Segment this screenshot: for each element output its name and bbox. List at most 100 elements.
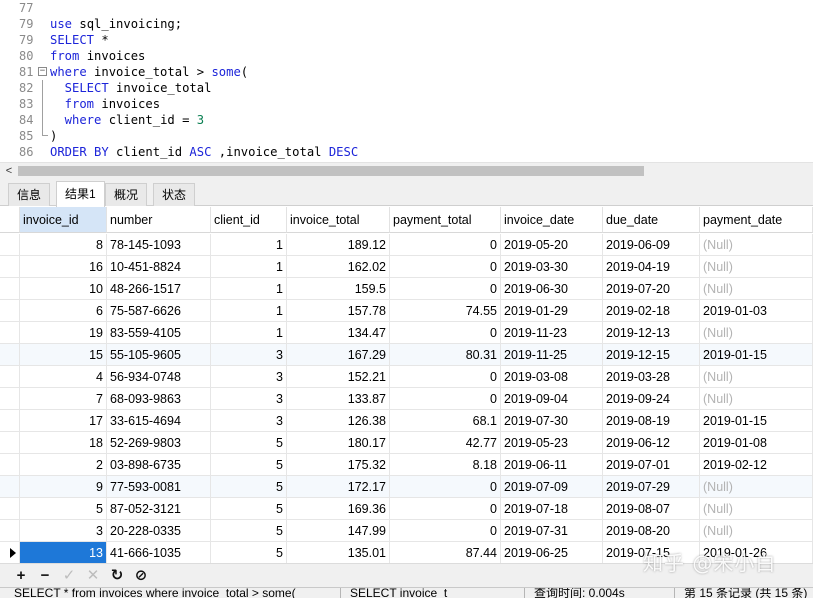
cell-invoice-id[interactable]: 10	[20, 278, 107, 300]
result-grid[interactable]: invoice_id number client_id invoice_total pa…	[0, 207, 813, 563]
code-line[interactable]: 79 use sql_invoicing;	[0, 16, 813, 32]
cell-number[interactable]: 03-898-6735	[107, 454, 211, 476]
cell-invoice-date[interactable]: 2019-09-04	[501, 388, 603, 410]
table-row[interactable]: 7 68-093-9863 3 133.87 0 2019-09-04 2019-09-24…	[0, 388, 813, 410]
cell-invoice-id[interactable]: 16	[20, 256, 107, 278]
cell-invoice-total[interactable]: 152.21	[287, 366, 390, 388]
cell-payment-date[interactable]: 2019-01-15	[700, 344, 813, 366]
cell-payment-total[interactable]: 42.77	[390, 432, 501, 454]
cell-invoice-date[interactable]: 2019-07-31	[501, 520, 603, 542]
cell-due-date[interactable]: 2019-12-15	[603, 344, 700, 366]
cell-invoice-total[interactable]: 167.29	[287, 344, 390, 366]
column-header-client-id[interactable]: client_id	[211, 207, 287, 233]
cell-payment-total[interactable]: 0	[390, 278, 501, 300]
cell-number[interactable]: 10-451-8824	[107, 256, 211, 278]
row-selector[interactable]	[0, 322, 20, 344]
cell-due-date[interactable]: 2019-06-12	[603, 432, 700, 454]
code-line[interactable]: 77	[0, 0, 813, 16]
row-selector[interactable]	[0, 498, 20, 520]
row-selector[interactable]	[0, 366, 20, 388]
cell-client-id[interactable]: 1	[211, 322, 287, 344]
cell-invoice-id[interactable]: 3	[20, 520, 107, 542]
cell-invoice-id[interactable]: 17	[20, 410, 107, 432]
row-selector[interactable]	[0, 256, 20, 278]
delete-record-icon[interactable]: −	[36, 566, 54, 586]
tab-info[interactable]: 信息	[8, 183, 51, 206]
cell-invoice-total[interactable]: 157.78	[287, 300, 390, 322]
cell-payment-date[interactable]: 2019-01-15	[700, 410, 813, 432]
table-row[interactable]: 15 55-105-9605 3 167.29 80.31 2019-11-25 2019-…	[0, 344, 813, 366]
cell-payment-date[interactable]: (Null)	[700, 520, 813, 542]
cell-invoice-date[interactable]: 2019-07-18	[501, 498, 603, 520]
cell-payment-total[interactable]: 87.44	[390, 542, 501, 563]
cell-payment-total[interactable]: 0	[390, 476, 501, 498]
cell-number[interactable]: 48-266-1517	[107, 278, 211, 300]
table-row[interactable]: 19 83-559-4105 1 134.47 0 2019-11-23 2019-12-1…	[0, 322, 813, 344]
column-header-payment-date[interactable]: payment_date	[700, 207, 813, 233]
cell-payment-total[interactable]: 0	[390, 498, 501, 520]
cell-invoice-id[interactable]: 13	[20, 542, 107, 563]
cell-invoice-total[interactable]: 133.87	[287, 388, 390, 410]
scroll-left-arrow-icon[interactable]: <	[2, 164, 16, 178]
cell-payment-total[interactable]: 0	[390, 322, 501, 344]
row-selector[interactable]	[0, 454, 20, 476]
cell-payment-total[interactable]: 68.1	[390, 410, 501, 432]
cell-client-id[interactable]: 5	[211, 498, 287, 520]
cell-invoice-total[interactable]: 169.36	[287, 498, 390, 520]
row-selector[interactable]	[0, 344, 20, 366]
code-line[interactable]: 84 where client_id = 3	[0, 112, 813, 128]
cell-payment-total[interactable]: 0	[390, 256, 501, 278]
scrollbar-thumb[interactable]	[18, 166, 644, 176]
cell-invoice-id[interactable]: 2	[20, 454, 107, 476]
cell-invoice-total[interactable]: 189.12	[287, 234, 390, 256]
table-row[interactable]: 5 87-052-3121 5 169.36 0 2019-07-18 2019-08-07…	[0, 498, 813, 520]
cell-invoice-date[interactable]: 2019-07-30	[501, 410, 603, 432]
cell-invoice-date[interactable]: 2019-11-23	[501, 322, 603, 344]
column-header-due-date[interactable]: due_date	[603, 207, 700, 233]
cell-invoice-id[interactable]: 19	[20, 322, 107, 344]
column-header-invoice-date[interactable]: invoice_date	[501, 207, 603, 233]
cell-client-id[interactable]: 1	[211, 256, 287, 278]
cell-client-id[interactable]: 5	[211, 476, 287, 498]
cell-payment-total[interactable]: 80.31	[390, 344, 501, 366]
column-header-invoice-total[interactable]: invoice_total	[287, 207, 390, 233]
cell-invoice-total[interactable]: 162.02	[287, 256, 390, 278]
cell-payment-date[interactable]: (Null)	[700, 234, 813, 256]
cell-invoice-id[interactable]: 15	[20, 344, 107, 366]
cell-invoice-total[interactable]: 172.17	[287, 476, 390, 498]
cell-invoice-date[interactable]: 2019-05-23	[501, 432, 603, 454]
code-line[interactable]: 82 SELECT invoice_total	[0, 80, 813, 96]
cell-client-id[interactable]: 3	[211, 388, 287, 410]
add-record-icon[interactable]: +	[12, 566, 30, 586]
tab-status[interactable]: 状态	[153, 183, 196, 206]
cell-invoice-date[interactable]: 2019-11-25	[501, 344, 603, 366]
cell-invoice-id[interactable]: 18	[20, 432, 107, 454]
cell-client-id[interactable]: 5	[211, 454, 287, 476]
table-row[interactable]: 8 78-145-1093 1 189.12 0 2019-05-20 2019-06-09…	[0, 234, 813, 256]
cell-invoice-id[interactable]: 6	[20, 300, 107, 322]
code-line[interactable]: 83 from invoices	[0, 96, 813, 112]
discard-changes-icon[interactable]: ✕	[84, 566, 102, 586]
cell-invoice-date[interactable]: 2019-03-30	[501, 256, 603, 278]
cell-invoice-date[interactable]: 2019-06-11	[501, 454, 603, 476]
cell-payment-date[interactable]: (Null)	[700, 476, 813, 498]
cell-client-id[interactable]: 1	[211, 234, 287, 256]
editor-horizontal-scrollbar[interactable]: <	[0, 162, 813, 178]
cell-payment-date[interactable]: 2019-01-08	[700, 432, 813, 454]
table-row[interactable]: 18 52-269-9803 5 180.17 42.77 2019-05-23 2019-…	[0, 432, 813, 454]
cell-due-date[interactable]: 2019-07-29	[603, 476, 700, 498]
row-selector[interactable]	[0, 410, 20, 432]
row-selector[interactable]	[0, 234, 20, 256]
cell-payment-date[interactable]: (Null)	[700, 498, 813, 520]
cell-due-date[interactable]: 2019-07-01	[603, 454, 700, 476]
table-row[interactable]: 17 33-615-4694 3 126.38 68.1 2019-07-30 2019-0…	[0, 410, 813, 432]
table-row[interactable]: 10 48-266-1517 1 159.5 0 2019-06-30 2019-07-20…	[0, 278, 813, 300]
column-header-payment-total[interactable]: payment_total	[390, 207, 501, 233]
table-row[interactable]: 9 77-593-0081 5 172.17 0 2019-07-09 2019-07-29…	[0, 476, 813, 498]
table-row[interactable]: 3 20-228-0335 5 147.99 0 2019-07-31 2019-08-20…	[0, 520, 813, 542]
cell-payment-date[interactable]: (Null)	[700, 256, 813, 278]
cell-due-date[interactable]: 2019-08-19	[603, 410, 700, 432]
sql-editor[interactable]: 77 79 use sql_invoicing; 79 SELECT * 80 from i…	[0, 0, 813, 162]
cell-number[interactable]: 68-093-9863	[107, 388, 211, 410]
row-selector[interactable]	[0, 476, 20, 498]
